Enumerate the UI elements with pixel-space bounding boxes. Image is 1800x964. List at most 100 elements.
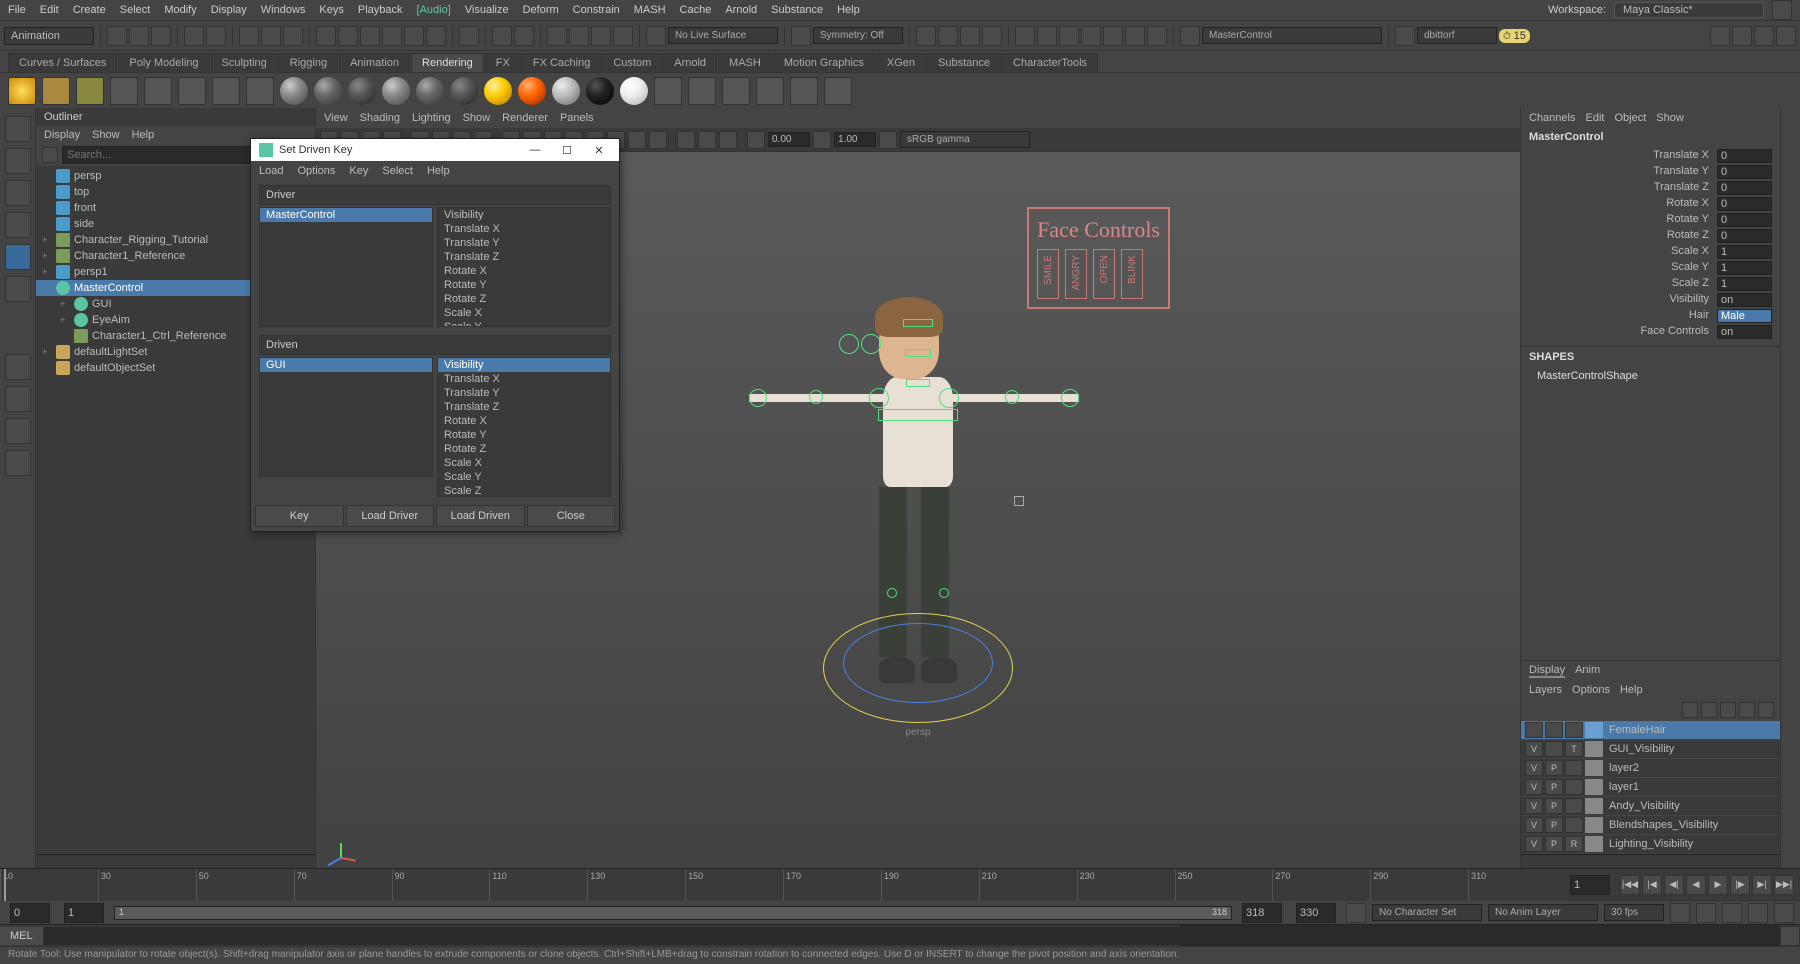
menu-edit[interactable]: Edit [40,4,59,16]
light-vol-icon[interactable] [144,77,172,105]
lasso-tool-icon[interactable] [5,148,31,174]
list-item[interactable]: MasterControl [260,208,432,222]
play-back-icon[interactable] [938,26,958,46]
shelf-tab-charactertools[interactable]: CharacterTools [1002,53,1098,72]
attr-label[interactable]: Scale X [1529,245,1717,259]
list-item[interactable]: Rotate X [438,414,610,428]
list-item[interactable]: Translate Y [438,386,610,400]
symmetry-dropdown[interactable]: Symmetry: Off [813,27,903,44]
attr-value[interactable]: 0 [1717,181,1772,195]
texture-file-icon[interactable] [688,77,716,105]
close-button[interactable]: Close [527,505,616,527]
layer-move-up-icon[interactable] [1682,702,1698,718]
prefs-icon[interactable] [1774,903,1794,923]
vp-motion-blur-icon[interactable] [628,131,646,149]
layer-new-icon[interactable] [1739,702,1755,718]
shader-black-icon[interactable] [586,77,614,105]
step-fwd-icon[interactable] [982,26,1002,46]
range-end-field[interactable] [1242,903,1282,923]
shelf-tab-motion-graphics[interactable]: Motion Graphics [773,53,875,72]
attr-label[interactable]: Face Controls [1529,325,1717,339]
vp-colorspace-dropdown[interactable]: sRGB gamma [900,131,1030,148]
view-menu-show[interactable]: Show [463,112,491,124]
chbox-object-name[interactable]: MasterControl [1521,128,1780,146]
sdk-menu-key[interactable]: Key [349,165,368,177]
layer-menu-help[interactable]: Help [1620,684,1643,696]
list-item[interactable]: Visibility [438,358,610,372]
menu-file[interactable]: File [8,4,26,16]
vp-aa-icon[interactable] [649,131,667,149]
shelf-tab-rendering[interactable]: Rendering [411,53,484,72]
face-slider-angry[interactable]: ANGRY [1065,249,1087,299]
sound-toggle-icon[interactable] [1722,903,1742,923]
vp-gamma-icon[interactable] [813,131,831,149]
menu-visualize[interactable]: Visualize [465,4,509,16]
shape-name[interactable]: MasterControlShape [1521,367,1780,385]
workspace-btn[interactable] [1772,0,1792,20]
object-name-field[interactable] [1202,27,1382,44]
chbox-tab-channels[interactable]: Channels [1529,112,1575,124]
character-set-dropdown[interactable]: No Character Set [1372,904,1482,921]
shader-ramp-icon[interactable] [450,77,478,105]
attr-value[interactable]: 1 [1717,277,1772,291]
snap-live-icon[interactable] [404,26,424,46]
mel-label[interactable]: MEL [0,927,44,945]
attr-value[interactable]: 1 [1717,245,1772,259]
shader-aniso-icon[interactable] [382,77,410,105]
menu-keys[interactable]: Keys [319,4,343,16]
select-tool-icon[interactable] [5,116,31,142]
list-item[interactable]: GUI [260,358,432,372]
texture-ramp-icon[interactable] [722,77,750,105]
step-back-btn-icon[interactable]: ◀| [1664,875,1684,895]
undo-icon[interactable] [184,26,204,46]
view-menu-lighting[interactable]: Lighting [412,112,451,124]
face-slider-smile[interactable]: SMILE [1037,249,1059,299]
layer-row[interactable]: VPlayer1 [1521,778,1780,797]
attr-value[interactable]: on [1717,325,1772,339]
layer-row[interactable]: VTGUI_Visibility [1521,740,1780,759]
close-icon[interactable]: ✕ [587,144,611,157]
object-type-icon[interactable] [1180,26,1200,46]
attr-label[interactable]: Translate Y [1529,165,1717,179]
layer-scrollbar[interactable] [1521,854,1780,868]
layer-row[interactable]: VPRLighting_Visibility [1521,835,1780,854]
render-icon[interactable] [547,26,567,46]
current-time-marker[interactable] [4,869,6,901]
audio-icon[interactable] [1125,26,1145,46]
list-item[interactable]: Rotate Y [438,278,610,292]
channel-box-icon[interactable] [1776,26,1796,46]
shelf-tab-animation[interactable]: Animation [339,53,410,72]
attr-value[interactable]: 0 [1717,229,1772,243]
range-start-icon[interactable] [1015,26,1035,46]
layer-delete-icon[interactable] [1758,702,1774,718]
menu-help[interactable]: Help [837,4,860,16]
select-mode-icon[interactable] [239,26,259,46]
list-item[interactable]: Rotate Z [438,442,610,456]
texture-checker-icon[interactable] [654,77,682,105]
chbox-tab-object[interactable]: Object [1614,112,1646,124]
menu-mash[interactable]: MASH [634,4,666,16]
new-scene-icon[interactable] [107,26,127,46]
single-view-icon[interactable] [5,354,31,380]
view-menu-renderer[interactable]: Renderer [502,112,548,124]
list-item[interactable]: Translate X [438,222,610,236]
shelf-tab-fx[interactable]: FX [485,53,521,72]
list-item[interactable]: Scale Y [438,470,610,484]
attr-label[interactable]: Rotate Y [1529,213,1717,227]
key-button[interactable]: Key [255,505,344,527]
open-scene-icon[interactable] [129,26,149,46]
range-end-icon[interactable] [1037,26,1057,46]
list-item[interactable]: Rotate X [438,264,610,278]
list-item[interactable]: Scale Z [438,484,610,497]
mel-input[interactable] [44,927,1180,945]
key-icon[interactable] [1059,26,1079,46]
menu-create[interactable]: Create [73,4,106,16]
shader-standard-icon[interactable] [552,77,580,105]
attr-value[interactable]: Male [1717,309,1772,323]
layer-move-down-icon[interactable] [1701,702,1717,718]
redo-icon[interactable] [206,26,226,46]
hip-control-circle[interactable] [843,623,993,703]
shelf-tab-custom[interactable]: Custom [602,53,662,72]
rotate-tool-icon[interactable] [5,212,31,238]
attr-label[interactable]: Hair [1529,309,1717,323]
